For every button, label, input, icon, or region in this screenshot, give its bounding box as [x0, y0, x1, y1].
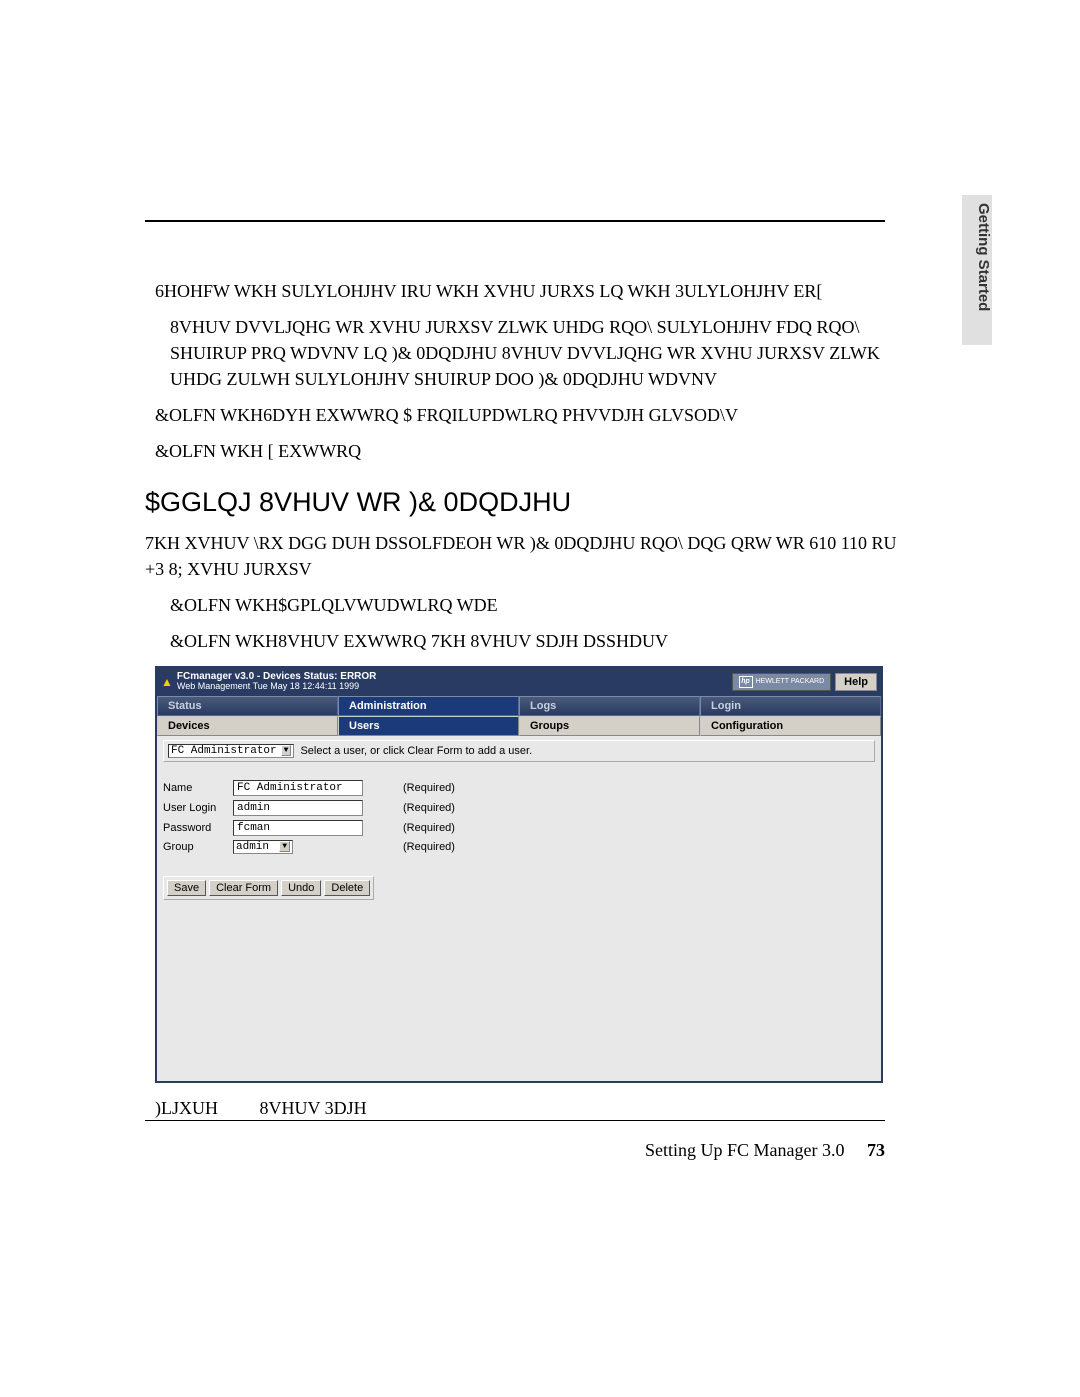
figure-label: )LJXUH	[155, 1098, 255, 1119]
body-p6: &OLFN WKH$GPLQLVWUDWLRQ WDE	[145, 592, 905, 618]
form-buttons: Save Clear Form Undo Delete	[163, 876, 374, 900]
tab-status[interactable]: Status	[157, 696, 338, 716]
row-password: Password fcman (Required)	[163, 820, 875, 836]
name-field[interactable]: FC Administrator	[233, 780, 363, 796]
subtab-users[interactable]: Users	[338, 716, 519, 736]
tab-login[interactable]: Login	[700, 696, 881, 716]
app-window: ▲ FCmanager v3.0 - Devices Status: ERROR…	[155, 666, 883, 1083]
save-button[interactable]: Save	[167, 880, 206, 896]
top-rule	[145, 220, 885, 222]
footer-text: Setting Up FC Manager 3.0	[645, 1140, 845, 1160]
tab-logs[interactable]: Logs	[519, 696, 700, 716]
hp-badge-icon: hp	[739, 676, 753, 688]
subtab-configuration[interactable]: Configuration	[700, 716, 881, 736]
body-p7: &OLFN WKH8VHUV EXWWRQ 7KH 8VHUV SDJH DSS…	[145, 628, 905, 654]
content-pane: FC Administrator ▼ Select a user, or cli…	[157, 736, 881, 1081]
body-p5: 7KH XVHUV \RX DGG DUH DSSOLFDEOH WR )& 0…	[145, 530, 905, 582]
clear-form-button[interactable]: Clear Form	[209, 880, 278, 896]
page-content: 6HOHFW WKH SULYLOHJHV IRU WKH XVHU JURXS…	[145, 278, 905, 1119]
undo-button[interactable]: Undo	[281, 880, 321, 896]
section-heading: $GGLQJ 8VHUV WR )& 0DQDJHU	[145, 487, 905, 518]
figure-screenshot: ▲ FCmanager v3.0 - Devices Status: ERROR…	[155, 666, 905, 1119]
row-group: Group admin ▼ (Required)	[163, 840, 875, 854]
row-name: Name FC Administrator (Required)	[163, 780, 875, 796]
delete-button[interactable]: Delete	[324, 880, 370, 896]
password-field[interactable]: fcman	[233, 820, 363, 836]
chevron-down-icon: ▼	[281, 745, 292, 756]
warning-icon: ▲	[161, 675, 173, 689]
secondary-tabs: Devices Users Groups Configuration	[157, 716, 881, 736]
window-subtitle: Web Management Tue May 18 12:44:11 1999	[177, 682, 732, 692]
req-login: (Required)	[403, 802, 455, 814]
user-select-value: FC Administrator	[171, 745, 277, 757]
user-form: Name FC Administrator (Required) User Lo…	[163, 780, 875, 854]
subtab-devices[interactable]: Devices	[157, 716, 338, 736]
login-field[interactable]: admin	[233, 800, 363, 816]
body-p2: 8VHUV DVVLJQHG WR XVHU JURXSV ZLWK UHDG …	[145, 314, 905, 392]
label-login: User Login	[163, 802, 233, 814]
user-select-instruction: Select a user, or click Clear Form to ad…	[300, 745, 532, 757]
body-p1: 6HOHFW WKH SULYLOHJHV IRU WKH XVHU JURXS…	[145, 278, 905, 304]
body-p4: &OLFN WKH [ EXWWRQ	[145, 438, 905, 464]
chevron-down-icon: ▼	[279, 841, 290, 852]
req-group: (Required)	[403, 841, 455, 853]
label-name: Name	[163, 782, 233, 794]
req-name: (Required)	[403, 782, 455, 794]
tab-administration[interactable]: Administration	[338, 696, 519, 716]
subtab-groups[interactable]: Groups	[519, 716, 700, 736]
user-select-dropdown[interactable]: FC Administrator ▼	[168, 744, 294, 758]
body-p3: &OLFN WKH6DYH EXWWRQ $ FRQILUPDWLRQ PHVV…	[145, 402, 905, 428]
bottom-rule	[145, 1120, 885, 1121]
user-select-row: FC Administrator ▼ Select a user, or cli…	[163, 740, 875, 762]
figure-caption: )LJXUH 8VHUV 3DJH	[155, 1098, 905, 1119]
primary-tabs: Status Administration Logs Login	[157, 696, 881, 716]
group-dropdown[interactable]: admin ▼	[233, 840, 293, 854]
figure-caption-text: 8VHUV 3DJH	[260, 1098, 367, 1118]
hp-logo: hp HEWLETT PACKARD	[732, 673, 832, 691]
side-tab-getting-started: Getting Started	[962, 195, 992, 345]
page-footer: Setting Up FC Manager 3.0 73	[145, 1140, 885, 1161]
titlebar: ▲ FCmanager v3.0 - Devices Status: ERROR…	[157, 668, 881, 696]
hp-logo-text: HEWLETT PACKARD	[756, 678, 825, 685]
page-number: 73	[867, 1140, 885, 1160]
row-login: User Login admin (Required)	[163, 800, 875, 816]
req-password: (Required)	[403, 822, 455, 834]
label-password: Password	[163, 822, 233, 834]
title-block: FCmanager v3.0 - Devices Status: ERROR W…	[177, 671, 732, 692]
label-group: Group	[163, 841, 233, 853]
group-value: admin	[236, 841, 269, 853]
help-button[interactable]: Help	[835, 673, 877, 691]
